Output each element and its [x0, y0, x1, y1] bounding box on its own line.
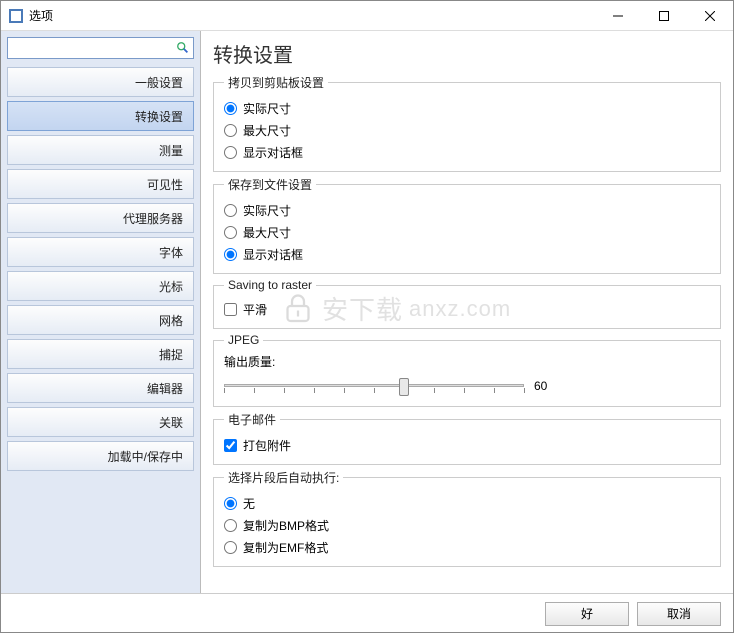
sidebar-item-11[interactable]: 加载中/保存中	[7, 441, 194, 471]
sidebar-item-4[interactable]: 代理服务器	[7, 203, 194, 233]
search-input-wrap[interactable]	[7, 37, 194, 59]
maximize-button[interactable]	[641, 1, 687, 30]
smooth-checkbox[interactable]: 平滑	[224, 298, 710, 320]
savefile-group: 保存到文件设置 实际尺寸 最大尺寸 显示对话框	[213, 176, 721, 274]
app-icon	[9, 9, 23, 23]
autorun-bmp-radio[interactable]: 复制为BMP格式	[224, 514, 710, 536]
jpeg-quality-label: 输出质量:	[224, 353, 710, 370]
clipboard-legend: 拷贝到剪贴板设置	[224, 74, 328, 91]
autorun-group: 选择片段后自动执行: 无 复制为BMP格式 复制为EMF格式	[213, 469, 721, 567]
page-title: 转换设置	[213, 39, 721, 68]
savefile-legend: 保存到文件设置	[224, 176, 316, 193]
raster-group: Saving to raster 平滑	[213, 278, 721, 329]
sidebar-item-2[interactable]: 测量	[7, 135, 194, 165]
autorun-none-radio[interactable]: 无	[224, 492, 710, 514]
email-legend: 电子邮件	[224, 411, 280, 428]
sidebar-item-3[interactable]: 可见性	[7, 169, 194, 199]
jpeg-group: JPEG 输出质量: 60	[213, 333, 721, 407]
savefile-actual-radio[interactable]: 实际尺寸	[224, 199, 710, 221]
ok-button[interactable]: 好	[545, 602, 629, 626]
jpeg-quality-slider[interactable]	[224, 374, 524, 398]
sidebar-item-0[interactable]: 一般设置	[7, 67, 194, 97]
sidebar-item-5[interactable]: 字体	[7, 237, 194, 267]
savefile-max-radio[interactable]: 最大尺寸	[224, 221, 710, 243]
jpeg-legend: JPEG	[224, 333, 263, 347]
window-title: 选项	[29, 7, 595, 24]
cancel-button[interactable]: 取消	[637, 602, 721, 626]
sidebar-item-8[interactable]: 捕捉	[7, 339, 194, 369]
sidebar-item-1[interactable]: 转换设置	[7, 101, 194, 131]
pack-attachment-checkbox[interactable]: 打包附件	[224, 434, 710, 456]
title-bar: 选项	[1, 1, 733, 31]
clipboard-dialog-radio[interactable]: 显示对话框	[224, 141, 710, 163]
main-panel: 转换设置 拷贝到剪贴板设置 实际尺寸 最大尺寸 显示对话框 保存到文件设置 实际…	[201, 31, 733, 593]
clipboard-actual-radio[interactable]: 实际尺寸	[224, 97, 710, 119]
email-group: 电子邮件 打包附件	[213, 411, 721, 465]
autorun-legend: 选择片段后自动执行:	[224, 469, 343, 486]
sidebar-item-7[interactable]: 网格	[7, 305, 194, 335]
jpeg-quality-value: 60	[534, 379, 547, 393]
search-input[interactable]	[11, 41, 176, 55]
savefile-dialog-radio[interactable]: 显示对话框	[224, 243, 710, 265]
autorun-emf-radio[interactable]: 复制为EMF格式	[224, 536, 710, 558]
clipboard-group: 拷贝到剪贴板设置 实际尺寸 最大尺寸 显示对话框	[213, 74, 721, 172]
minimize-button[interactable]	[595, 1, 641, 30]
footer: 好 取消	[1, 593, 733, 633]
sidebar-item-10[interactable]: 关联	[7, 407, 194, 437]
sidebar-item-6[interactable]: 光标	[7, 271, 194, 301]
raster-legend: Saving to raster	[224, 278, 316, 292]
search-icon[interactable]	[176, 41, 190, 55]
sidebar: 一般设置转换设置测量可见性代理服务器字体光标网格捕捉编辑器关联加载中/保存中	[1, 31, 201, 593]
close-button[interactable]	[687, 1, 733, 30]
clipboard-max-radio[interactable]: 最大尺寸	[224, 119, 710, 141]
sidebar-item-9[interactable]: 编辑器	[7, 373, 194, 403]
